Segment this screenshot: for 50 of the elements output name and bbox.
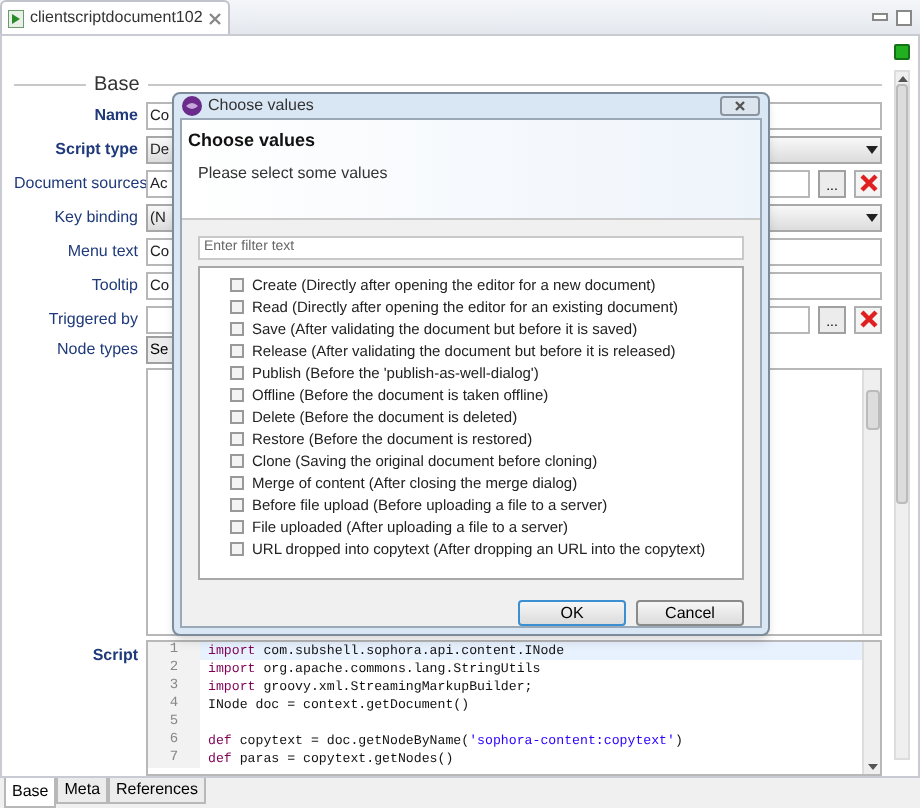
dialog-title: Choose values	[208, 94, 314, 118]
scrollbar[interactable]	[862, 642, 880, 774]
checkbox[interactable]	[230, 344, 244, 358]
script-icon	[8, 9, 24, 27]
close-icon[interactable]	[208, 11, 223, 25]
status-indicator	[894, 44, 910, 60]
checkbox[interactable]	[230, 454, 244, 468]
checkbox[interactable]	[230, 366, 244, 380]
dialog-heading: Choose values	[188, 128, 318, 154]
tab[interactable]: Meta	[56, 778, 109, 804]
dropdown-arrow-icon	[866, 213, 878, 221]
editor-tab[interactable]: clientscriptdocument102	[0, 0, 231, 34]
checkbox[interactable]	[230, 410, 244, 424]
checkbox[interactable]	[230, 322, 244, 336]
field-label: Tooltip	[89, 273, 138, 298]
checkbox[interactable]	[230, 432, 244, 446]
checkbox[interactable]	[230, 278, 244, 292]
field-label: Key binding	[52, 205, 138, 230]
app-icon	[182, 96, 202, 116]
maximize-icon[interactable]	[896, 10, 912, 26]
remove-icon[interactable]	[854, 305, 882, 333]
checkbox[interactable]	[230, 498, 244, 512]
checkbox[interactable]	[230, 300, 244, 314]
close-icon	[734, 100, 746, 112]
scrollbar[interactable]	[894, 70, 910, 760]
checkbox[interactable]	[230, 520, 244, 534]
field-label: Script type	[53, 137, 138, 162]
dialog-message: Please select some values	[196, 161, 390, 185]
scrollbar[interactable]	[862, 370, 880, 634]
field-label: Triggered by	[46, 307, 138, 332]
dialog-button[interactable]: OK	[518, 600, 626, 626]
code-editor[interactable]	[146, 640, 882, 776]
tab[interactable]: References	[108, 778, 206, 804]
tab[interactable]: Base	[4, 778, 57, 808]
dropdown-arrow-icon	[866, 145, 878, 153]
scroll-down-arrow-icon[interactable]	[867, 764, 877, 770]
checkbox[interactable]	[230, 476, 244, 490]
scroll-up-arrow-icon[interactable]	[897, 76, 907, 82]
field-label: Node types	[55, 338, 138, 362]
dialog-button[interactable]: Cancel	[636, 600, 744, 626]
field-label: Script	[90, 644, 138, 668]
minimize-icon[interactable]	[872, 10, 888, 22]
checkbox[interactable]	[230, 388, 244, 402]
field-label: Menu text	[65, 239, 138, 263]
section-title: Base	[94, 71, 140, 99]
tab-title: clientscriptdocument102	[30, 6, 203, 30]
remove-icon[interactable]	[854, 169, 882, 197]
close-button[interactable]	[720, 96, 760, 116]
checkbox[interactable]	[230, 542, 244, 556]
field-label: Name	[92, 103, 138, 127]
